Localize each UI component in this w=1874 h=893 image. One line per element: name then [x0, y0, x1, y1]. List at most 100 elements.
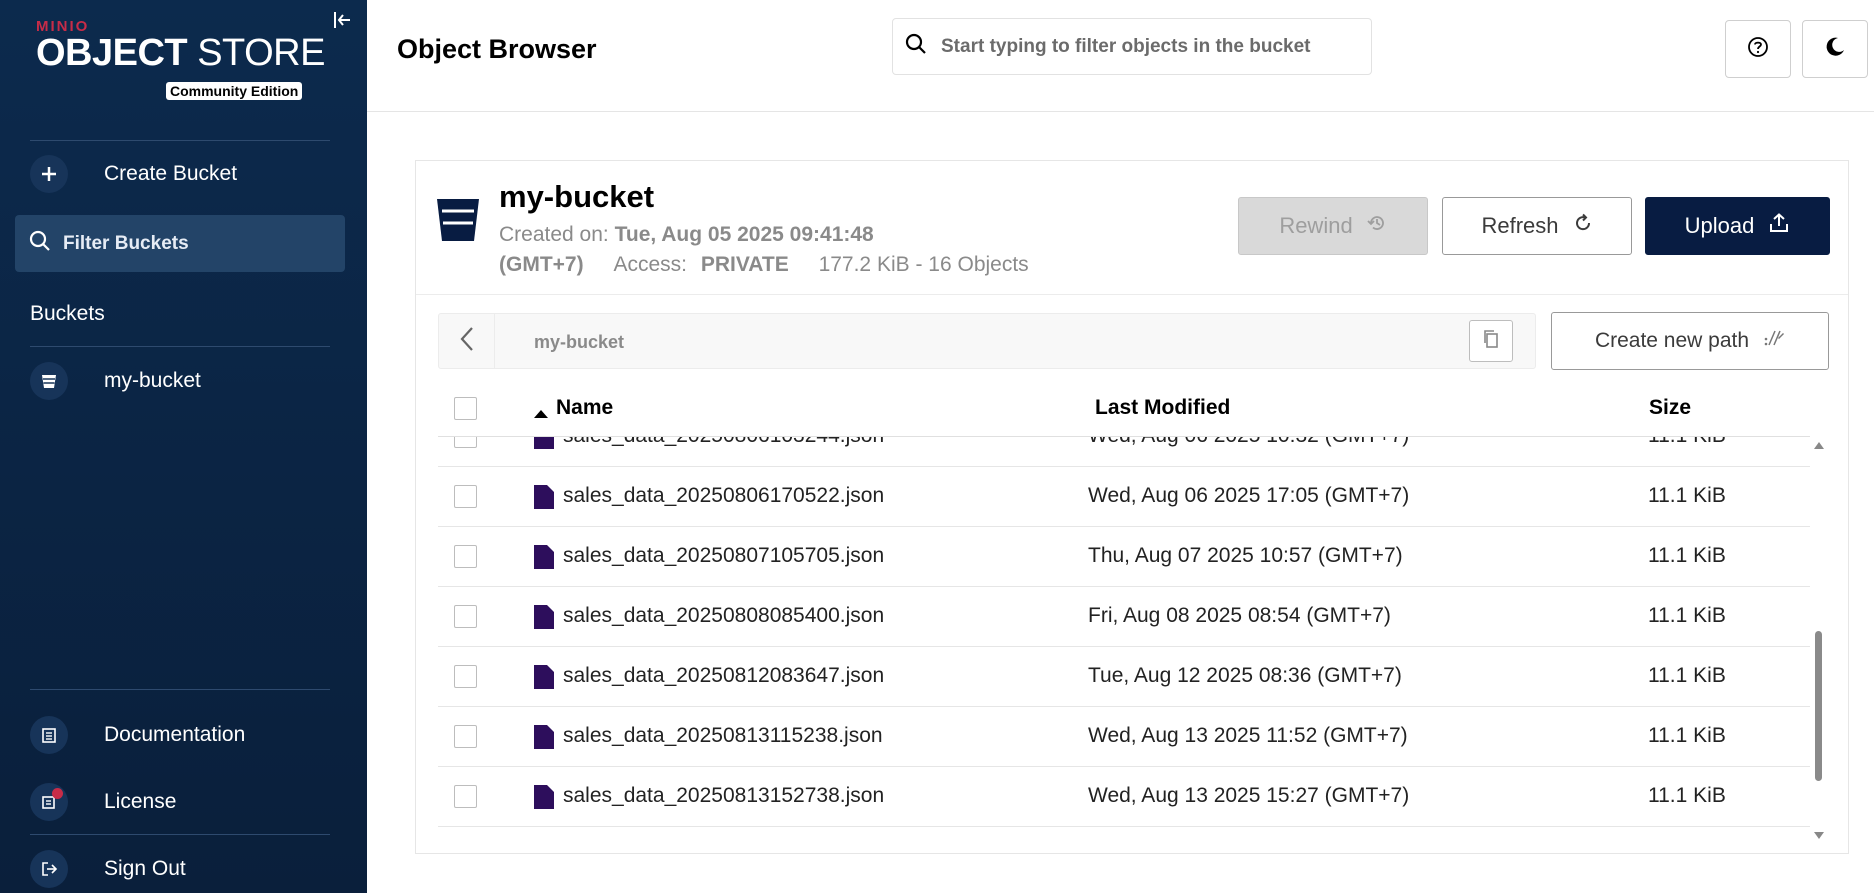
created-label: Created on:: [499, 223, 609, 246]
copy-icon: [1482, 329, 1500, 354]
column-header-name[interactable]: Name: [556, 396, 613, 420]
search-icon: [905, 33, 927, 60]
create-bucket-button[interactable]: Create Bucket: [30, 149, 340, 199]
file-icon: [534, 785, 554, 814]
file-last-modified: Fri, Aug 08 2025 08:54 (GMT+7): [1088, 604, 1391, 627]
filter-buckets-input[interactable]: [63, 232, 323, 255]
file-last-modified: Wed, Aug 06 2025 17:05 (GMT+7): [1088, 484, 1410, 507]
top-bar: Object Browser: [367, 0, 1874, 112]
file-size: 11.1 KiB: [1648, 437, 1726, 448]
bucket-icon: [436, 197, 480, 248]
row-checkbox[interactable]: [454, 437, 477, 448]
scroll-thumb[interactable]: [1815, 631, 1822, 781]
documentation-link[interactable]: Documentation: [30, 710, 340, 760]
buckets-heading: Buckets: [30, 302, 105, 325]
sign-out-button[interactable]: Sign Out: [30, 844, 340, 893]
file-icon: [534, 437, 554, 454]
scroll-up-icon[interactable]: [1814, 441, 1824, 449]
row-checkbox[interactable]: [454, 605, 477, 628]
table-row[interactable]: sales_data_20250813152738.json Wed, Aug …: [438, 767, 1810, 827]
logo-title: OBJECT STORE: [36, 33, 325, 73]
sidebar-divider: [30, 140, 330, 141]
access-label: Access:: [613, 253, 687, 276]
sidebar-divider: [30, 346, 330, 347]
column-header-last-modified[interactable]: Last Modified: [1095, 396, 1230, 420]
file-last-modified: Wed, Aug 06 2025 10:32 (GMT+7): [1088, 437, 1409, 448]
file-icon: [534, 725, 554, 754]
app-window: MINIO OBJECT STORE Community Edition Cre…: [0, 0, 1874, 893]
bucket-header: my-bucket Created on: Tue, Aug 05 2025 0…: [416, 161, 1848, 295]
logo-edition-badge: Community Edition: [166, 82, 303, 100]
file-name: sales_data_20250813152738.json: [563, 784, 885, 807]
theme-toggle-button[interactable]: [1802, 20, 1868, 78]
breadcrumb[interactable]: my-bucket: [534, 332, 624, 353]
list-scrollbar[interactable]: [1812, 437, 1826, 842]
file-size: 11.1 KiB: [1648, 664, 1726, 687]
plus-icon: [30, 155, 68, 193]
license-link[interactable]: License: [30, 777, 340, 827]
created-timezone: (GMT+7): [499, 253, 584, 276]
row-checkbox[interactable]: [454, 665, 477, 688]
row-checkbox[interactable]: [454, 545, 477, 568]
rewind-label: Rewind: [1279, 213, 1353, 238]
collapse-sidebar-icon[interactable]: [332, 10, 352, 30]
file-icon: [534, 605, 554, 634]
bucket-summary: 177.2 KiB - 16 Objects: [818, 253, 1029, 276]
upload-button[interactable]: Upload: [1645, 197, 1830, 255]
object-search-field[interactable]: [892, 18, 1372, 75]
create-new-path-button[interactable]: Create new path: [1551, 312, 1829, 370]
table-row[interactable]: sales_data_20250806170522.json Wed, Aug …: [438, 467, 1810, 527]
file-icon: [534, 545, 554, 574]
bucket-created: Created on: Tue, Aug 05 2025 09:41:48: [499, 223, 874, 247]
file-size: 11.1 KiB: [1648, 544, 1726, 567]
row-checkbox[interactable]: [454, 485, 477, 508]
back-button[interactable]: [439, 314, 495, 368]
row-checkbox[interactable]: [454, 725, 477, 748]
table-row[interactable]: sales_data_20250807105705.json Thu, Aug …: [438, 527, 1810, 587]
object-list: sales_data_20250806103244.json Wed, Aug …: [438, 437, 1810, 842]
sidebar-divider: [30, 689, 330, 690]
sidebar-item-my-bucket[interactable]: my-bucket: [30, 356, 340, 406]
documentation-label: Documentation: [104, 723, 246, 746]
sidebar-divider: [30, 834, 330, 835]
moon-icon: [1823, 35, 1847, 64]
sign-out-label: Sign Out: [104, 857, 186, 880]
select-all-checkbox[interactable]: [454, 397, 477, 420]
help-button[interactable]: [1725, 20, 1791, 78]
rewind-button[interactable]: Rewind: [1238, 197, 1428, 255]
file-size: 11.1 KiB: [1648, 484, 1726, 507]
table-row[interactable]: sales_data_20250808085400.json Fri, Aug …: [438, 587, 1810, 647]
filter-buckets-field[interactable]: [15, 215, 345, 272]
scroll-down-icon[interactable]: [1814, 831, 1824, 839]
help-icon: [1747, 36, 1769, 63]
file-size: 11.1 KiB: [1648, 604, 1726, 627]
bucket-name: my-bucket: [499, 179, 655, 214]
refresh-icon: [1573, 213, 1593, 239]
history-icon: [1367, 213, 1387, 239]
table-row[interactable]: sales_data_20250806103244.json Wed, Aug …: [438, 437, 1810, 467]
notification-dot: [52, 788, 63, 799]
path-breadcrumb-bar: my-bucket: [438, 313, 1536, 369]
file-name: sales_data_20250812083647.json: [563, 664, 885, 687]
file-last-modified: Thu, Aug 07 2025 10:57 (GMT+7): [1088, 544, 1403, 567]
logo-title-light: STORE: [187, 32, 325, 74]
bucket-icon: [30, 362, 68, 400]
create-new-path-label: Create new path: [1594, 329, 1750, 352]
created-value: Tue, Aug 05 2025 09:41:48: [614, 223, 874, 246]
table-row[interactable]: sales_data_20250813115238.json Wed, Aug …: [438, 707, 1810, 767]
table-row[interactable]: sales_data_20250812083647.json Tue, Aug …: [438, 647, 1810, 707]
file-last-modified: Wed, Aug 13 2025 15:27 (GMT+7): [1088, 784, 1410, 807]
new-path-icon: [1763, 329, 1785, 353]
license-icon: [30, 783, 68, 821]
object-search-input[interactable]: [941, 35, 1341, 58]
refresh-button[interactable]: Refresh: [1442, 197, 1632, 255]
file-icon: [534, 665, 554, 694]
documentation-icon: [30, 716, 68, 754]
copy-path-button[interactable]: [1469, 320, 1513, 362]
column-header-size[interactable]: Size: [1649, 396, 1691, 420]
row-checkbox[interactable]: [454, 785, 477, 808]
file-name: sales_data_20250808085400.json: [563, 604, 885, 627]
file-last-modified: Wed, Aug 13 2025 11:52 (GMT+7): [1088, 724, 1408, 747]
table-header: Name Last Modified Size: [438, 379, 1810, 437]
upload-icon: [1768, 212, 1790, 240]
